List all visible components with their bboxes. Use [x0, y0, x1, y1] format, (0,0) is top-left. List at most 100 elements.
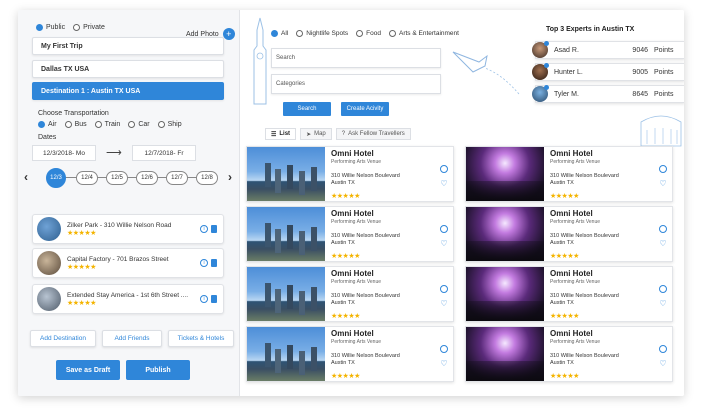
add-circle-icon[interactable]	[440, 285, 448, 293]
hotel-card[interactable]: Omni Hotel Performing Arts Venue 310 Willi…	[246, 206, 454, 262]
points-label: Points	[654, 46, 674, 54]
hotel-card[interactable]: Omni Hotel Performing Arts Venue 310 Willi…	[465, 206, 673, 262]
save-draft-button[interactable]: Save as Draft	[56, 360, 120, 380]
heart-icon[interactable]: ♡	[440, 300, 447, 308]
trash-icon[interactable]	[211, 225, 217, 233]
transport-bus-radio[interactable]: Bus	[64, 121, 87, 128]
destination-item[interactable]: Extended Stay America - 1st 6th Street .…	[32, 284, 224, 314]
heart-icon[interactable]: ♡	[659, 180, 666, 188]
rating-stars: ★★★★★	[67, 299, 96, 307]
hotel-card[interactable]: Omni Hotel Performing Arts Venue 310 Willi…	[465, 146, 673, 202]
transport-ship-radio[interactable]: Ship	[157, 121, 182, 128]
expert-points: 8645	[632, 90, 648, 98]
privacy-private-radio[interactable]: Private	[73, 24, 105, 31]
timeline-day[interactable]: 12/8	[196, 171, 218, 185]
tab-ask-travellers[interactable]: ? Ask Fellow Travellers	[335, 128, 411, 140]
filter-food-label: Food	[366, 30, 381, 37]
filter-arts-radio[interactable]: Arts & Entertainment	[388, 30, 459, 37]
timeline-day[interactable]: 12/3	[46, 168, 66, 188]
search-input[interactable]: Search	[271, 48, 441, 68]
destination-item[interactable]: Capital Factory - 701 Brazos Street ★★★★…	[32, 248, 224, 278]
tab-list[interactable]: ☰ List	[265, 128, 297, 140]
trash-icon[interactable]	[211, 295, 217, 303]
add-circle-icon[interactable]	[659, 165, 667, 173]
timeline-day[interactable]: 12/4	[76, 171, 98, 185]
add-circle-icon[interactable]	[440, 165, 448, 173]
hotel-card[interactable]: Omni Hotel Performing Arts Venue 310 Willi…	[465, 266, 673, 322]
hotel-card[interactable]: Omni Hotel Performing Arts Venue 310 Willi…	[246, 266, 454, 322]
heart-icon[interactable]: ♡	[440, 180, 447, 188]
filter-all-radio[interactable]: All	[271, 30, 288, 37]
add-circle-icon[interactable]	[659, 345, 667, 353]
filter-food-radio[interactable]: Food	[356, 30, 381, 37]
timeline-day[interactable]: 12/5	[106, 171, 128, 185]
tickets-hotels-button[interactable]: Tickets & Hotels	[168, 330, 234, 347]
view-tabs: ☰ List ➤ Map ? Ask Fellow Travellers	[265, 128, 411, 140]
search-button[interactable]: Search	[283, 102, 331, 116]
hotel-card[interactable]: Omni Hotel Performing Arts Venue 310 Willi…	[246, 146, 454, 202]
trash-icon[interactable]	[211, 259, 217, 267]
hotel-name: Omni Hotel	[550, 329, 593, 338]
hotel-photo	[466, 147, 544, 201]
hotel-name: Omni Hotel	[331, 149, 374, 158]
add-circle-icon[interactable]	[440, 345, 448, 353]
add-circle-icon[interactable]	[659, 285, 667, 293]
transport-car-radio[interactable]: Car	[128, 121, 150, 128]
expert-name: Asad R.	[554, 46, 579, 54]
transport-air-radio[interactable]: Air	[38, 121, 57, 128]
destination-name: Extended Stay America - 1st 6th Street .…	[67, 291, 189, 299]
filter-nightlife-radio[interactable]: Nightlife Spots	[296, 30, 348, 37]
trip-name-field[interactable]: My First Trip	[32, 37, 224, 55]
points-label: Points	[654, 90, 674, 98]
discovery-panel: All Nightlife Spots Food Arts & Entertai…	[241, 10, 684, 396]
hotel-address: 310 Willie Nelson Boulevard	[550, 353, 619, 359]
hotel-city: Austin TX	[331, 240, 355, 246]
add-circle-icon[interactable]	[659, 225, 667, 233]
destination-item[interactable]: Zilker Park - 310 Willie Nelson Road ★★★…	[32, 214, 224, 244]
destination-field[interactable]: Destination 1 : Austin TX USA	[32, 82, 224, 100]
info-icon[interactable]: i	[200, 225, 208, 233]
tab-ask-label: Ask Fellow Travellers	[348, 131, 405, 137]
origin-field[interactable]: Dallas TX USA	[32, 60, 224, 78]
add-destination-button[interactable]: Add Destination	[30, 330, 96, 347]
heart-icon[interactable]: ♡	[659, 360, 666, 368]
info-icon[interactable]: i	[200, 259, 208, 267]
transport-ship-label: Ship	[167, 121, 182, 128]
heart-icon[interactable]: ♡	[659, 300, 666, 308]
destination-thumbnail	[37, 251, 61, 275]
rating-stars: ★★★★★	[67, 229, 96, 237]
hotel-city: Austin TX	[331, 180, 355, 186]
add-friends-button[interactable]: Add Friends	[102, 330, 162, 347]
tower-sketch-icon	[253, 17, 267, 105]
start-date-field[interactable]: 12/3/2018- Mo	[32, 145, 96, 161]
chevron-left-icon[interactable]: ‹	[24, 170, 28, 184]
rating-stars: ★★★★★	[331, 373, 360, 380]
privacy-public-radio[interactable]: Public	[36, 24, 65, 31]
categories-input[interactable]: Categories	[271, 74, 441, 94]
end-date-field[interactable]: 12/7/2018- Fr	[132, 145, 196, 161]
timeline-day[interactable]: 12/7	[166, 171, 188, 185]
add-circle-icon[interactable]	[440, 225, 448, 233]
info-icon[interactable]: i	[200, 295, 208, 303]
expert-row[interactable]: Asad R. 9046 Points	[532, 41, 684, 59]
timeline-line	[48, 177, 216, 178]
heart-icon[interactable]: ♡	[440, 360, 447, 368]
publish-button[interactable]: Publish	[126, 360, 190, 380]
heart-icon[interactable]: ♡	[440, 240, 447, 248]
rating-stars: ★★★★★	[550, 193, 579, 200]
expert-row[interactable]: Tyler M. 8645 Points	[532, 85, 684, 103]
chevron-right-icon[interactable]: ›	[228, 170, 232, 184]
hotel-card[interactable]: Omni Hotel Performing Arts Venue 310 Willi…	[246, 326, 454, 382]
create-activity-button[interactable]: Create Acivity	[341, 102, 389, 116]
heart-icon[interactable]: ♡	[659, 240, 666, 248]
rating-stars: ★★★★★	[331, 313, 360, 320]
hotel-type: Performing Arts Venue	[550, 219, 601, 225]
hotel-card[interactable]: Omni Hotel Performing Arts Venue 310 Willi…	[465, 326, 673, 382]
plus-icon: +	[222, 28, 235, 40]
expert-row[interactable]: Hunter L. 9005 Points	[532, 63, 684, 81]
timeline-day[interactable]: 12/6	[136, 171, 158, 185]
avatar	[532, 85, 549, 102]
transport-train-radio[interactable]: Train	[94, 121, 120, 128]
hotel-photo	[247, 327, 325, 381]
tab-map[interactable]: ➤ Map	[300, 128, 332, 140]
